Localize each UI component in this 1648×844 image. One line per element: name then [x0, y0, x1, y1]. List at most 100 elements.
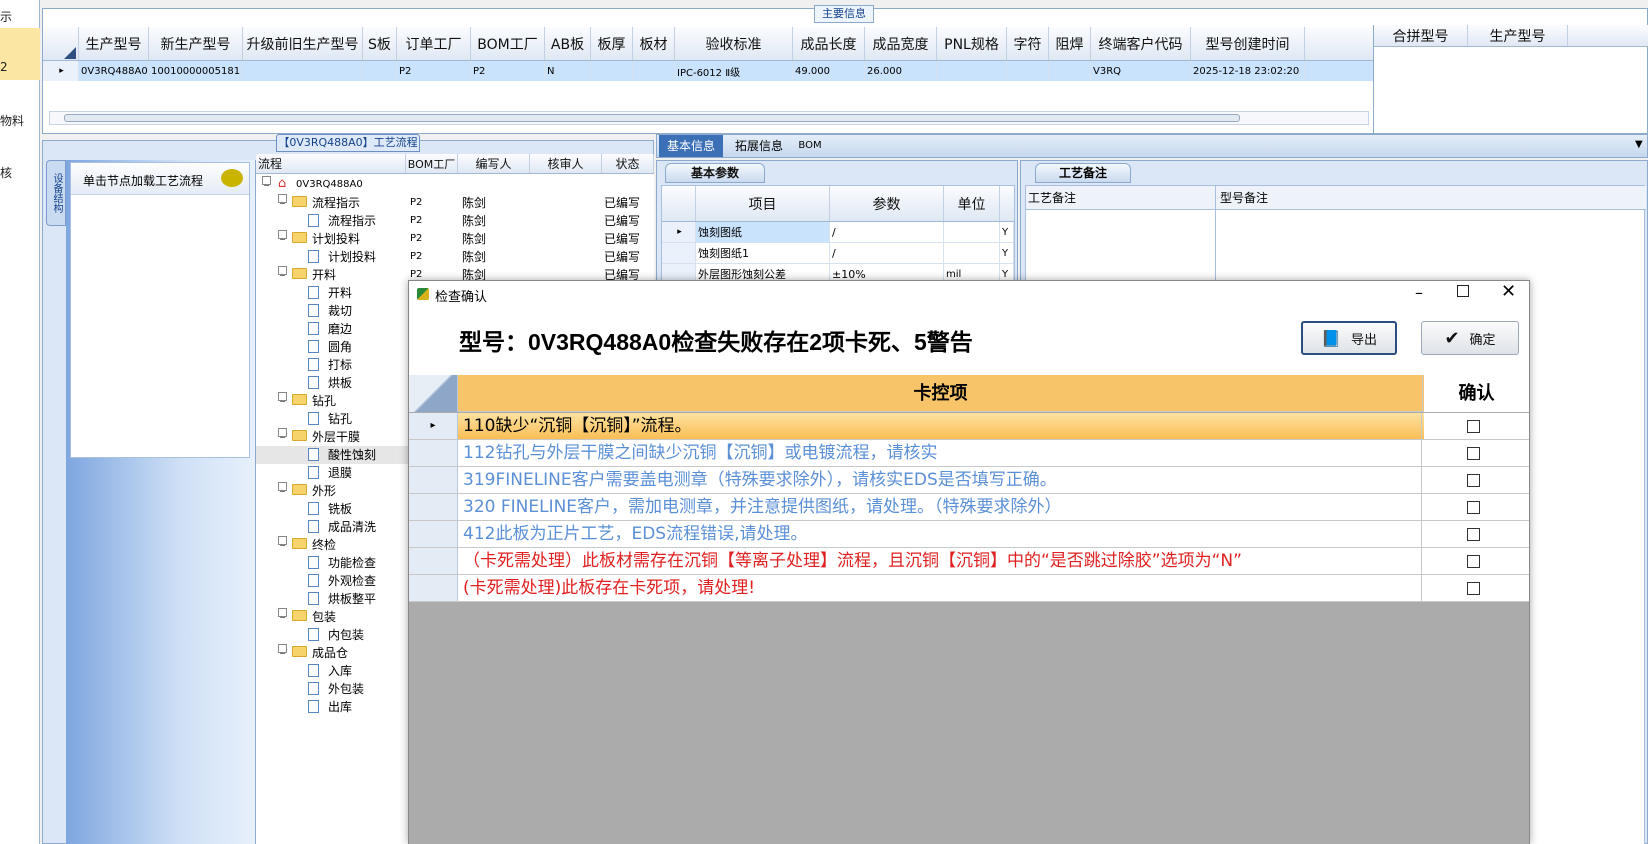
- grid-cell[interactable]: [591, 61, 633, 81]
- col-header[interactable]: 合拼型号: [1374, 25, 1468, 46]
- param-row[interactable]: ▸ 蚀刻图纸 / Y: [662, 222, 1014, 243]
- col-header-check-item[interactable]: 卡控项: [459, 375, 1423, 412]
- col-header[interactable]: 终端客户代码: [1091, 27, 1191, 60]
- col-header[interactable]: 新生产型号: [149, 27, 243, 60]
- param-unit[interactable]: [944, 222, 1000, 242]
- param-value[interactable]: /: [830, 243, 944, 263]
- grid-cell[interactable]: 10010000005181: [149, 61, 243, 81]
- grid-cell[interactable]: 0V3RQ488A0: [79, 61, 149, 81]
- check-row[interactable]: （卡死需处理）此板材需存在沉铜【等离子处理】流程，且沉铜【沉铜】中的“是否跳过除…: [409, 548, 1529, 575]
- check-row[interactable]: ▸ 110缺少“沉铜【沉铜】”流程。: [409, 413, 1529, 440]
- confirm-checkbox[interactable]: [1467, 555, 1480, 568]
- grid-cell[interactable]: [1049, 61, 1091, 81]
- grid-cell[interactable]: [243, 61, 363, 81]
- grid-cell[interactable]: [633, 61, 675, 81]
- grid-cell[interactable]: P2: [471, 61, 545, 81]
- tree-node[interactable]: − 流程指示 P2 陈剑 已编写: [256, 194, 676, 212]
- col-header[interactable]: 板厚: [591, 27, 633, 60]
- col-header[interactable]: 核审人: [530, 154, 602, 173]
- grid-cell[interactable]: IPC-6012 Ⅱ级: [675, 61, 793, 81]
- col-header[interactable]: 阻焊: [1049, 27, 1091, 60]
- col-header[interactable]: 型号创建时间: [1191, 27, 1305, 60]
- col-header[interactable]: S板: [363, 27, 397, 60]
- col-header[interactable]: 单位: [944, 186, 1000, 221]
- grid-cell[interactable]: P2: [397, 61, 471, 81]
- col-header[interactable]: 项目: [696, 186, 830, 221]
- tab-extended-info[interactable]: 拓展信息: [727, 135, 791, 157]
- model-note-label: 型号备注: [1216, 186, 1646, 210]
- confirm-checkbox[interactable]: [1467, 474, 1480, 487]
- grid-cell[interactable]: N: [545, 61, 591, 81]
- nav-item-active[interactable]: 2: [0, 28, 40, 80]
- col-header[interactable]: AB板: [545, 27, 591, 60]
- maximize-icon[interactable]: [1457, 285, 1469, 297]
- col-header[interactable]: 生产型号: [79, 27, 149, 60]
- tab-basic-info[interactable]: 基本信息: [659, 135, 723, 157]
- basic-params-tab[interactable]: 基本参数: [665, 163, 765, 183]
- main-info-row[interactable]: ▸ 0V3RQ488A0 10010000005181 P2 P2 N IPC-6012 …: [43, 61, 1373, 81]
- col-header[interactable]: 字符: [1007, 27, 1049, 60]
- nav-item[interactable]: 示: [0, 8, 40, 25]
- col-header[interactable]: 板材: [633, 27, 675, 60]
- grid-cell[interactable]: 26.000: [865, 61, 937, 81]
- node-list[interactable]: 单击节点加载工艺流程: [70, 162, 250, 458]
- tree-node[interactable]: 计划投料 P2 陈剑 已编写: [256, 248, 676, 266]
- col-header[interactable]: BOM工厂: [406, 154, 458, 173]
- grid-cell[interactable]: [1007, 61, 1049, 81]
- minimize-icon[interactable]: –: [1415, 283, 1423, 302]
- col-header[interactable]: 流程: [256, 154, 406, 173]
- grid-cell[interactable]: V3RQ: [1091, 61, 1191, 81]
- dialog-titlebar[interactable]: 检查确认 – ✕: [409, 281, 1529, 309]
- nav-item[interactable]: 物料: [0, 112, 40, 129]
- col-header[interactable]: 升级前旧生产型号: [243, 27, 363, 60]
- main-info-title: 主要信息: [814, 5, 874, 23]
- col-header[interactable]: BOM工厂: [471, 27, 545, 60]
- ok-button[interactable]: ✔ 确定: [1421, 321, 1519, 355]
- param-item[interactable]: 蚀刻图纸: [696, 222, 830, 242]
- col-header[interactable]: 成品宽度: [865, 27, 937, 60]
- tree-root[interactable]: − ⌂ 0V3RQ488A0: [256, 176, 676, 194]
- device-structure-tab[interactable]: 设备结构: [46, 160, 66, 226]
- check-row[interactable]: (卡死需处理)此板存在卡死项，请处理!: [409, 575, 1529, 602]
- param-value[interactable]: /: [830, 222, 944, 242]
- col-header[interactable]: PNL规格: [937, 27, 1007, 60]
- tab-bom[interactable]: BOM: [795, 135, 825, 157]
- confirm-checkbox[interactable]: [1467, 420, 1480, 433]
- bom-factory: P2: [410, 197, 423, 208]
- check-row[interactable]: 320 FINELINE客户，需加电测章，并注意提供图纸，请处理。（特殊要求除外…: [409, 494, 1529, 521]
- close-icon[interactable]: ✕: [1501, 281, 1516, 302]
- col-header[interactable]: 生产型号: [1468, 25, 1568, 46]
- tree-node-label: 圆角: [328, 340, 353, 354]
- col-header[interactable]: 状态: [602, 154, 654, 173]
- col-header[interactable]: 验收标准: [675, 27, 793, 60]
- param-row[interactable]: 蚀刻图纸1 / Y: [662, 243, 1014, 264]
- grid-cell[interactable]: 2025-12-18 23:02:20: [1191, 61, 1305, 81]
- nav-item[interactable]: 核: [0, 164, 40, 181]
- col-header[interactable]: 参数: [830, 186, 944, 221]
- grid-cell[interactable]: 49.000: [793, 61, 865, 81]
- tree-node[interactable]: − 计划投料 P2 陈剑 已编写: [256, 230, 676, 248]
- horizontal-scrollbar[interactable]: [49, 111, 1369, 125]
- col-header[interactable]: 成品长度: [793, 27, 865, 60]
- grid-cell[interactable]: [937, 61, 1007, 81]
- param-unit[interactable]: [944, 243, 1000, 263]
- tree-node[interactable]: 流程指示 P2 陈剑 已编写: [256, 212, 676, 230]
- col-header[interactable]: 订单工厂: [397, 27, 471, 60]
- hint-bar: 单击节点加载工艺流程: [71, 163, 249, 195]
- param-flag: Y: [1000, 222, 1014, 242]
- col-header[interactable]: 编写人: [458, 154, 530, 173]
- check-row[interactable]: 319FINELINE客户需要盖电测章（特殊要求除外），请核实EDS是否填写正确…: [409, 467, 1529, 494]
- grid-cell[interactable]: [363, 61, 397, 81]
- check-row[interactable]: 412此板为正片工艺，EDS流程错误,请处理。: [409, 521, 1529, 548]
- param-item[interactable]: 蚀刻图纸1: [696, 243, 830, 263]
- confirm-checkbox[interactable]: [1467, 582, 1480, 595]
- check-row[interactable]: 112钻孔与外层干膜之间缺少沉铜【沉铜】或电镀流程，请核实: [409, 440, 1529, 467]
- scroll-thumb[interactable]: [64, 114, 1240, 122]
- export-button[interactable]: 📘 导出: [1301, 321, 1397, 355]
- confirm-checkbox[interactable]: [1467, 528, 1480, 541]
- confirm-checkbox[interactable]: [1467, 501, 1480, 514]
- confirm-checkbox[interactable]: [1467, 447, 1480, 460]
- chevron-down-icon[interactable]: ▼: [1635, 139, 1643, 150]
- process-notes-tab[interactable]: 工艺备注: [1035, 163, 1131, 183]
- col-header-confirm[interactable]: 确认: [1424, 375, 1529, 412]
